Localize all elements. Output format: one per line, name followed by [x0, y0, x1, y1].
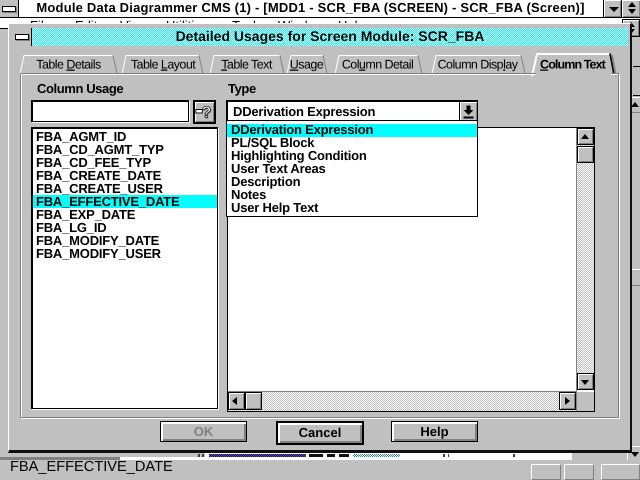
svg-text:Table Text: Table Text [221, 58, 273, 72]
svg-text:Column Display: Column Display [438, 58, 519, 72]
svg-text:Table Layout: Table Layout [131, 58, 196, 72]
svg-text:Column Text: Column Text [540, 58, 607, 72]
svg-text:?: ? [202, 105, 212, 122]
svg-text:Table Details: Table Details [36, 58, 101, 72]
svg-text:Column Detail: Column Detail [342, 58, 413, 72]
svg-text:Usage: Usage [290, 58, 324, 72]
